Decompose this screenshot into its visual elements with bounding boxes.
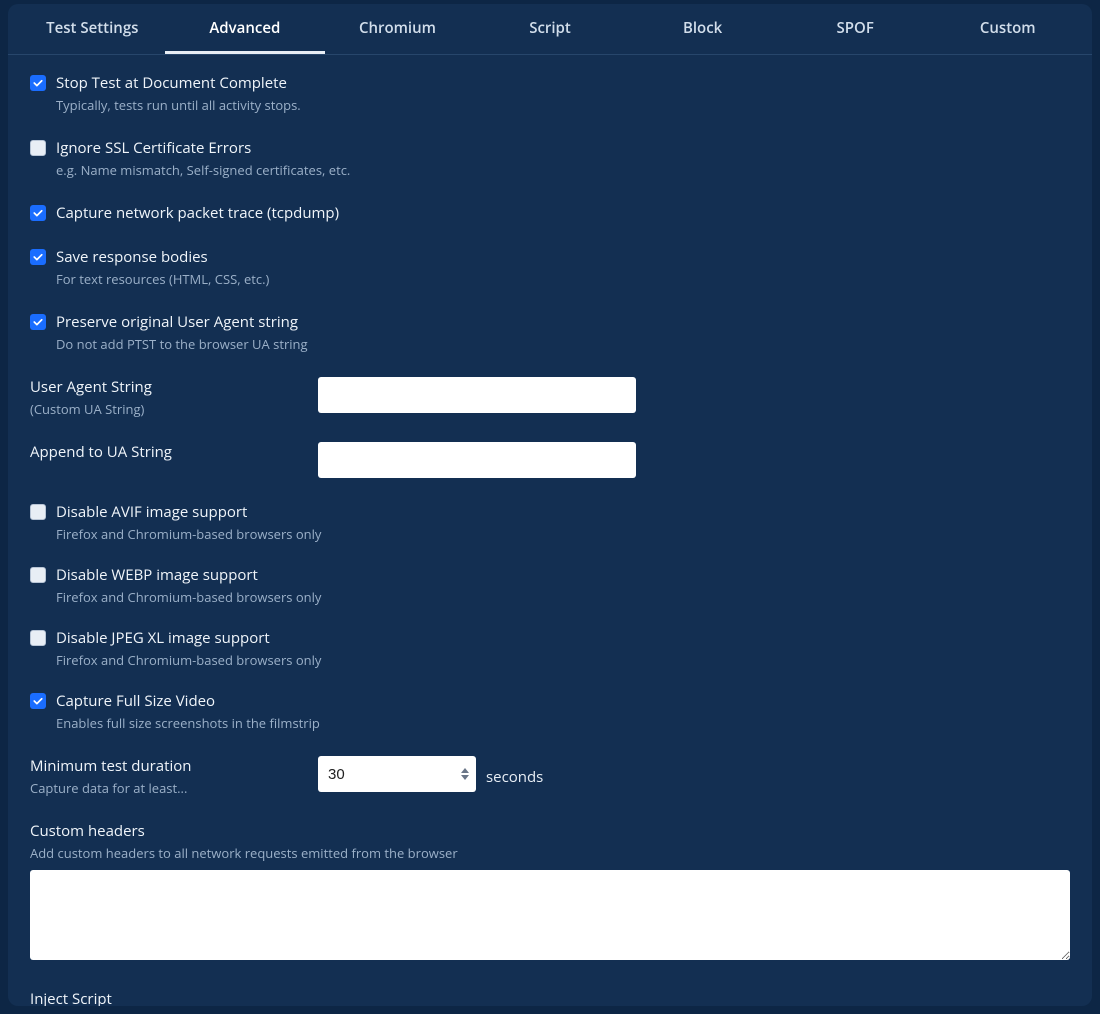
chevron-up-icon[interactable] — [461, 768, 469, 773]
min-duration-label: Minimum test duration — [30, 756, 318, 776]
min-duration-spinner[interactable] — [458, 764, 472, 784]
custom-headers-hint: Add custom headers to all network reques… — [30, 844, 1070, 862]
full-video-hint: Enables full size screenshots in the fil… — [56, 714, 320, 732]
preserve-ua-label: Preserve original User Agent string — [56, 312, 308, 332]
append-ua-input[interactable] — [318, 442, 636, 478]
ua-string-input[interactable] — [318, 377, 636, 413]
disable-avif-checkbox[interactable] — [30, 504, 46, 520]
inject-script-label: Inject Script — [30, 989, 1070, 1006]
settings-panel: Test Settings Advanced Chromium Script B… — [8, 4, 1092, 1006]
full-video-label: Capture Full Size Video — [56, 691, 320, 711]
save-bodies-hint: For text resources (HTML, CSS, etc.) — [56, 270, 269, 288]
full-video-checkbox[interactable] — [30, 693, 46, 709]
advanced-content: Stop Test at Document Complete Typically… — [8, 55, 1092, 1006]
disable-avif-label: Disable AVIF image support — [56, 502, 247, 522]
disable-jxl-label: Disable JPEG XL image support — [56, 628, 270, 648]
disable-webp-hint: Firefox and Chromium-based browsers only — [56, 588, 1070, 606]
tcpdump-checkbox[interactable] — [30, 205, 46, 221]
tab-spof[interactable]: SPOF — [779, 4, 932, 54]
preserve-ua-checkbox[interactable] — [30, 314, 46, 330]
disable-avif-hint: Firefox and Chromium-based browsers only — [56, 525, 1070, 543]
save-bodies-label: Save response bodies — [56, 247, 269, 267]
disable-webp-checkbox[interactable] — [30, 567, 46, 583]
ua-string-label: User Agent String — [30, 377, 318, 397]
tab-test-settings[interactable]: Test Settings — [16, 4, 169, 54]
disable-jxl-checkbox[interactable] — [30, 630, 46, 646]
min-duration-unit: seconds — [486, 759, 543, 795]
tab-custom[interactable]: Custom — [931, 4, 1084, 54]
tabs: Test Settings Advanced Chromium Script B… — [8, 4, 1092, 55]
disable-webp-label: Disable WEBP image support — [56, 565, 258, 585]
custom-headers-label: Custom headers — [30, 821, 1070, 841]
min-duration-input[interactable] — [318, 756, 476, 792]
custom-headers-textarea[interactable] — [30, 870, 1070, 960]
save-bodies-checkbox[interactable] — [30, 249, 46, 265]
min-duration-hint: Capture data for at least... — [30, 779, 318, 797]
ignore-ssl-hint: e.g. Name mismatch, Self-signed certific… — [56, 161, 350, 179]
tab-chromium[interactable]: Chromium — [321, 4, 474, 54]
ignore-ssl-label: Ignore SSL Certificate Errors — [56, 138, 350, 158]
ignore-ssl-checkbox[interactable] — [30, 140, 46, 156]
tab-block[interactable]: Block — [626, 4, 779, 54]
preserve-ua-hint: Do not add PTST to the browser UA string — [56, 335, 308, 353]
stop-test-checkbox[interactable] — [30, 75, 46, 91]
append-ua-label: Append to UA String — [30, 442, 318, 462]
disable-jxl-hint: Firefox and Chromium-based browsers only — [56, 651, 1070, 669]
ua-string-hint: (Custom UA String) — [30, 400, 318, 418]
tcpdump-label: Capture network packet trace (tcpdump) — [56, 203, 339, 223]
stop-test-label: Stop Test at Document Complete — [56, 73, 301, 93]
stop-test-hint: Typically, tests run until all activity … — [56, 96, 301, 114]
tab-script[interactable]: Script — [474, 4, 627, 54]
tab-advanced[interactable]: Advanced — [169, 4, 322, 54]
chevron-down-icon[interactable] — [461, 775, 469, 780]
